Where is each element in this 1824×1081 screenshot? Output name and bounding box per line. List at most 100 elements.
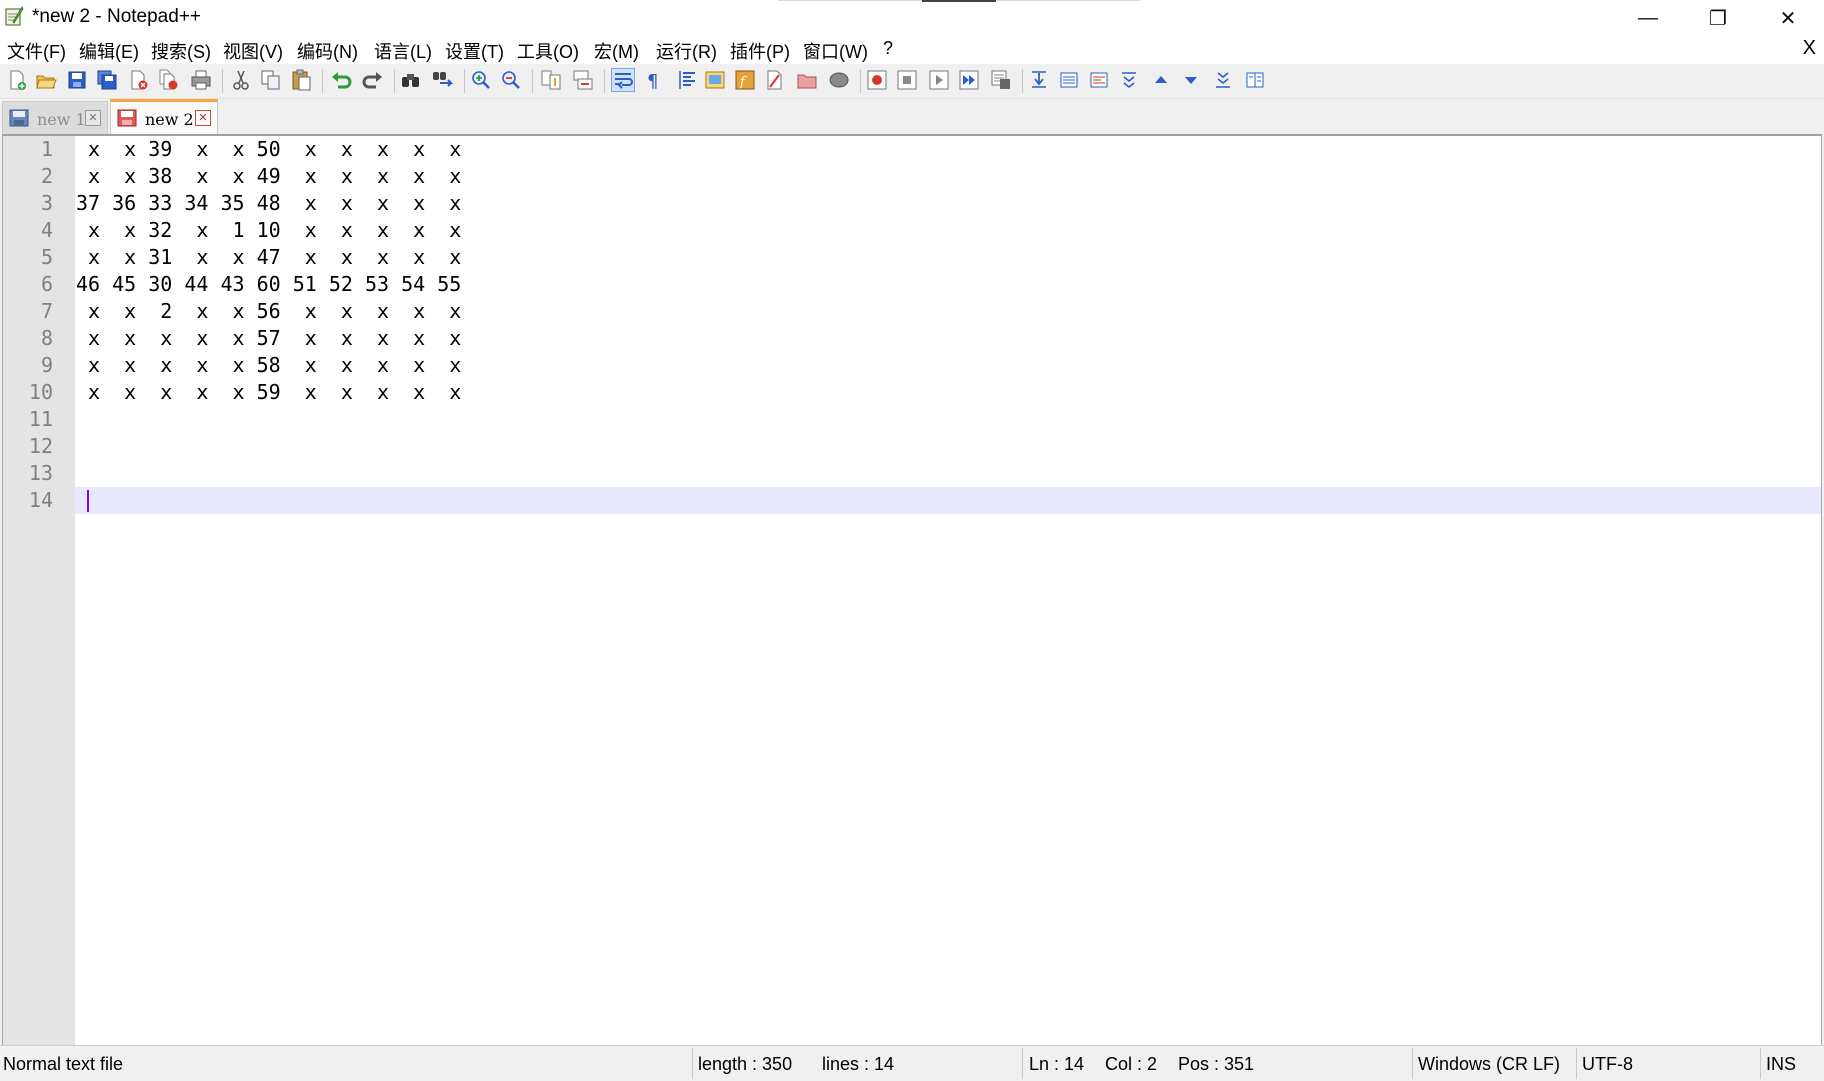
stop-record-icon[interactable] [896,69,918,91]
tab-new-2[interactable]: new 2 ✕ [110,99,218,136]
doc-map-icon[interactable] [704,69,726,91]
monitoring-icon[interactable] [828,69,850,91]
line-number: 8 [40,326,53,350]
menu-encoding[interactable]: 编码(N) [297,38,358,64]
saved-file-icon [9,109,29,127]
menu-language[interactable]: 语言(L) [374,38,432,64]
sync-vertical-icon[interactable] [540,69,562,91]
title-bar: *new 2 - Notepad++ — ❐ ✕ [0,0,1824,36]
code-line: x x 31 x x 47 x x x x x [76,245,462,269]
menu-settings[interactable]: 设置(T) [445,38,504,64]
menu-view[interactable]: 视图(V) [223,38,283,64]
redo-icon[interactable] [362,69,384,91]
status-encoding[interactable]: UTF-8 [1582,1054,1633,1075]
collapse-icon[interactable] [1118,69,1140,91]
close-all-icon[interactable] [158,69,180,91]
code-line: x x x x x 57 x x x x x [76,326,462,350]
panel-icon[interactable] [1244,69,1266,91]
status-file-type: Normal text file [3,1054,124,1074]
line-number: 9 [40,353,53,377]
word-wrap-icon[interactable] [611,68,635,92]
toolbar-separator [1022,69,1023,93]
current-line-highlight [75,487,1821,514]
line-number: 3 [40,191,53,215]
toolbar-separator [860,69,861,93]
menu-tools[interactable]: 工具(O) [517,38,579,64]
folder-icon[interactable] [796,69,818,91]
move-up-icon[interactable] [1150,69,1172,91]
replace-icon[interactable] [432,69,454,91]
tab-close-button[interactable]: ✕ [85,110,101,126]
code-line: 37 36 33 34 35 48 x x x x x [76,191,462,215]
menu-edit[interactable]: 编辑(E) [79,38,139,64]
window-title: *new 2 - Notepad++ [32,6,202,27]
minimize-button[interactable]: — [1620,0,1676,36]
toolbar: ¶ f [0,64,1824,99]
restore-button[interactable]: ❐ [1690,0,1746,36]
zoom-in-icon[interactable] [470,69,492,91]
menu-window[interactable]: 窗口(W) [803,38,868,64]
line-number: 12 [28,434,53,458]
copy-icon[interactable] [260,69,282,91]
line-number: 10 [28,380,53,404]
paste-icon[interactable] [290,69,312,91]
menu-search[interactable]: 搜索(S) [151,38,211,64]
save-macro-icon[interactable] [990,69,1012,91]
print-icon[interactable] [190,69,212,91]
text-caret [87,490,89,512]
show-all-chars-icon[interactable]: ¶ [642,69,664,91]
cut-icon[interactable] [230,69,252,91]
toolbar-separator [322,69,323,93]
status-divider [1412,1048,1413,1079]
list-view-icon[interactable] [1058,69,1080,91]
svg-text:¶: ¶ [647,71,658,91]
status-eol-format[interactable]: Windows (CR LF) [1418,1054,1560,1075]
run-macro-multiple-icon[interactable] [958,69,980,91]
tab-label: new 2 [145,110,194,129]
close-document-button[interactable]: X [1803,37,1816,60]
insert-bookmark-icon[interactable] [1028,69,1050,91]
save-all-icon[interactable] [96,69,118,91]
undo-icon[interactable] [330,69,352,91]
move-down-icon[interactable] [1180,69,1202,91]
list-view-red-icon[interactable] [1088,69,1110,91]
open-file-icon[interactable] [35,69,57,91]
save-icon[interactable] [66,69,88,91]
status-column: Col : 2 [1105,1054,1158,1074]
menu-help[interactable]: ? [883,38,893,59]
menu-macro[interactable]: 宏(M) [594,38,639,64]
close-window-button[interactable]: ✕ [1760,0,1816,36]
status-lines: lines : 14 [822,1054,895,1074]
play-macro-icon[interactable] [928,69,950,91]
status-insert-mode[interactable]: INS [1766,1054,1796,1075]
notepad-plus-plus-icon [4,5,24,27]
code-line: 46 45 30 44 43 60 51 52 53 54 55 [76,272,462,296]
code-line: x x 38 x x 49 x x x x x [76,164,462,188]
text-editor[interactable]: 1 2 3 4 5 6 7 8 9 10 11 12 13 14 x x 39 … [2,134,1822,1046]
new-file-icon[interactable] [6,69,28,91]
indent-guide-icon[interactable] [676,69,698,91]
toolbar-separator [464,69,465,93]
zoom-out-icon[interactable] [500,69,522,91]
tab-close-button[interactable]: ✕ [195,110,211,126]
function-list-icon[interactable]: f [734,69,756,91]
menu-run[interactable]: 运行(R) [656,38,717,64]
find-icon[interactable] [400,69,422,91]
tab-new-1[interactable]: new 1 ✕ [2,101,108,134]
toolbar-separator [222,69,223,93]
line-number-gutter: 1 2 3 4 5 6 7 8 9 10 11 12 13 14 [3,136,75,1045]
folder-as-workspace-icon[interactable] [764,69,786,91]
line-number: 5 [40,245,53,269]
sync-horizontal-icon[interactable] [572,69,594,91]
close-icon[interactable] [128,69,150,91]
record-macro-icon[interactable] [866,69,888,91]
status-position: Pos : 351 [1178,1054,1255,1074]
menu-bar: 文件(F) 编辑(E) 搜索(S) 视图(V) 编码(N) 语言(L) 设置(T… [0,36,1824,64]
unsaved-file-icon [117,109,137,127]
expand-icon[interactable] [1212,69,1234,91]
menu-file[interactable]: 文件(F) [7,38,66,64]
line-number: 11 [28,407,53,431]
toolbar-separator [604,69,605,93]
menu-plugins[interactable]: 插件(P) [730,38,790,64]
tab-label: new 1 [37,110,86,129]
